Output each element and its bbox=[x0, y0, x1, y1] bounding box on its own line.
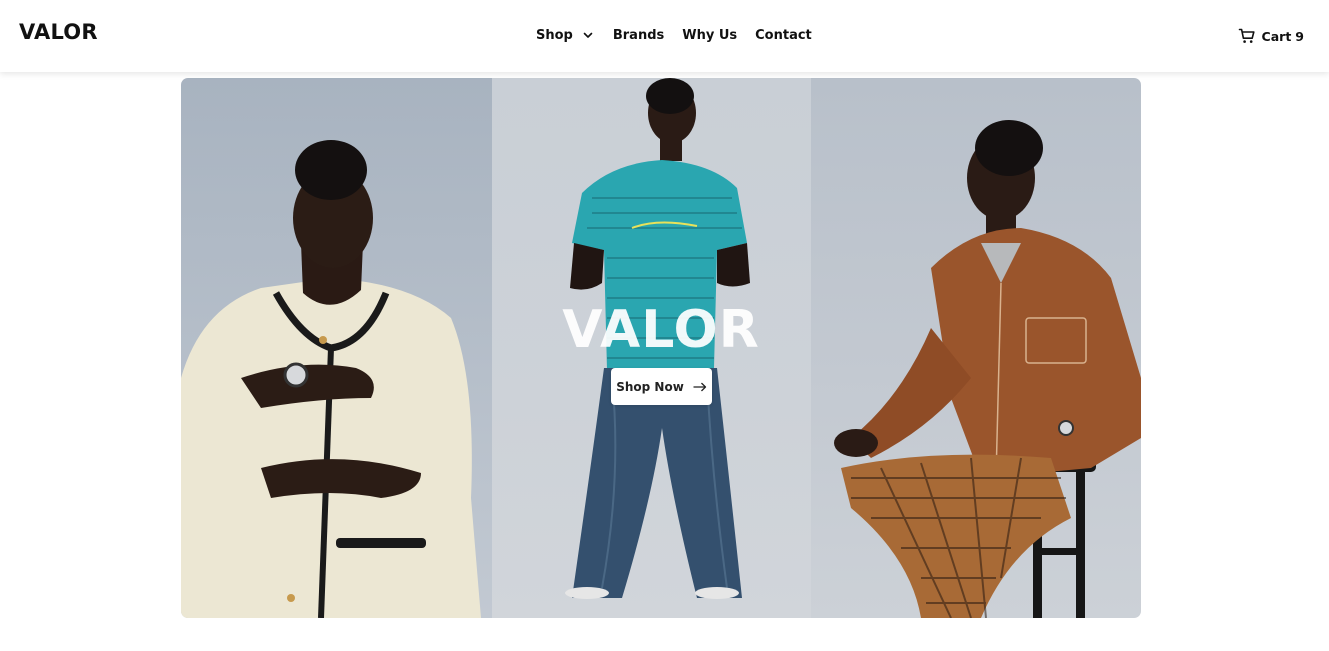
logo[interactable]: VALOR bbox=[19, 20, 98, 44]
shop-now-button[interactable]: Shop Now bbox=[611, 368, 712, 405]
nav-contact[interactable]: Contact bbox=[755, 28, 812, 43]
nav-shop-label: Shop bbox=[536, 27, 573, 43]
nav-brands[interactable]: Brands bbox=[613, 28, 664, 43]
cart-icon bbox=[1238, 27, 1256, 45]
chevron-down-icon bbox=[582, 29, 594, 41]
cart-count: 9 bbox=[1295, 28, 1304, 44]
model-striped-tee-photo bbox=[492, 78, 811, 618]
nav-shop[interactable]: Shop bbox=[536, 28, 594, 43]
nav-why-us[interactable]: Why Us bbox=[682, 28, 737, 43]
shop-now-label: Shop Now bbox=[616, 379, 684, 394]
hero-banner: VALOR Shop Now bbox=[181, 78, 1141, 618]
model-brown-shirt-photo bbox=[811, 78, 1141, 618]
site-header: VALOR Shop Brands Why Us Contact Cart 9 bbox=[0, 0, 1329, 72]
main-nav: Shop Brands Why Us Contact bbox=[536, 25, 812, 45]
cart-label: Cart bbox=[1261, 28, 1292, 44]
arrow-right-icon bbox=[693, 382, 707, 392]
model-cream-jacket-photo bbox=[181, 78, 492, 618]
cart-button[interactable]: Cart 9 bbox=[1238, 26, 1304, 46]
